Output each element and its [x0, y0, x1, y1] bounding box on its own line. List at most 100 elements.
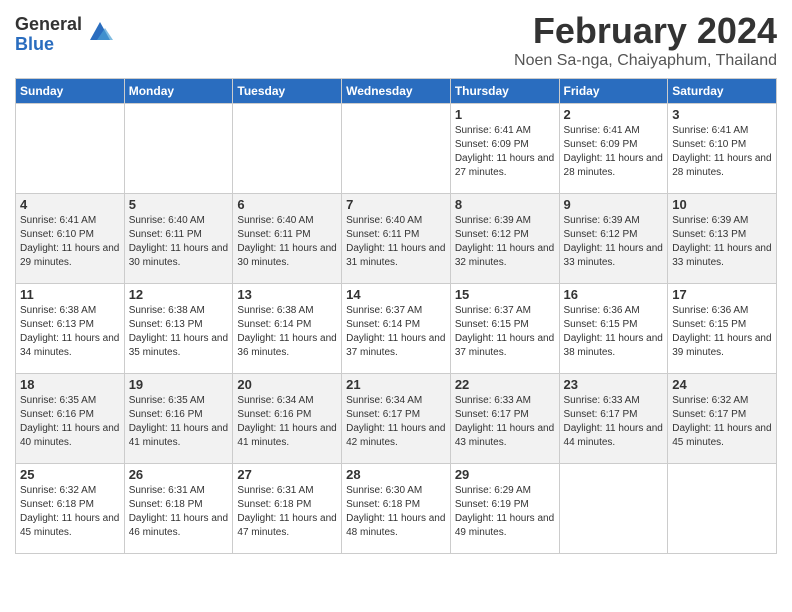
- cell-day-number: 24: [672, 377, 772, 392]
- cell-info: Sunrise: 6:40 AM Sunset: 6:11 PM Dayligh…: [129, 214, 229, 270]
- cell-day-number: 12: [129, 287, 229, 302]
- cell-info: Sunrise: 6:30 AM Sunset: 6:18 PM Dayligh…: [346, 484, 446, 540]
- cell-info: Sunrise: 6:31 AM Sunset: 6:18 PM Dayligh…: [237, 484, 337, 540]
- calendar-cell: 21 Sunrise: 6:34 AM Sunset: 6:17 PM Dayli…: [342, 374, 451, 464]
- page-header: General Blue February 2024 Noen Sa-nga, …: [15, 10, 777, 70]
- cell-info: Sunrise: 6:37 AM Sunset: 6:14 PM Dayligh…: [346, 304, 446, 360]
- cell-day-number: 28: [346, 467, 446, 482]
- cell-info: Sunrise: 6:38 AM Sunset: 6:13 PM Dayligh…: [20, 304, 120, 360]
- day-header-tuesday: Tuesday: [233, 79, 342, 104]
- calendar-cell: 26 Sunrise: 6:31 AM Sunset: 6:18 PM Dayli…: [124, 464, 233, 554]
- cell-day-number: 26: [129, 467, 229, 482]
- calendar-cell: 15 Sunrise: 6:37 AM Sunset: 6:15 PM Dayli…: [450, 284, 559, 374]
- calendar-week-4: 18 Sunrise: 6:35 AM Sunset: 6:16 PM Dayli…: [16, 374, 777, 464]
- cell-info: Sunrise: 6:36 AM Sunset: 6:15 PM Dayligh…: [672, 304, 772, 360]
- calendar-cell: 28 Sunrise: 6:30 AM Sunset: 6:18 PM Dayli…: [342, 464, 451, 554]
- cell-day-number: 29: [455, 467, 555, 482]
- calendar-cell: 24Sunrise: 6:32 AM Sunset: 6:17 PM Dayli…: [668, 374, 777, 464]
- calendar-week-2: 4 Sunrise: 6:41 AM Sunset: 6:10 PM Daylig…: [16, 194, 777, 284]
- logo-blue: Blue: [15, 35, 82, 55]
- cell-day-number: 2: [564, 107, 664, 122]
- day-header-saturday: Saturday: [668, 79, 777, 104]
- cell-day-number: 27: [237, 467, 337, 482]
- cell-day-number: 3: [672, 107, 772, 122]
- cell-info: Sunrise: 6:40 AM Sunset: 6:11 PM Dayligh…: [346, 214, 446, 270]
- cell-info: Sunrise: 6:41 AM Sunset: 6:09 PM Dayligh…: [564, 124, 664, 180]
- calendar-cell: 25 Sunrise: 6:32 AM Sunset: 6:18 PM Dayli…: [16, 464, 125, 554]
- calendar-cell: 6Sunrise: 6:40 AM Sunset: 6:11 PM Daylig…: [233, 194, 342, 284]
- cell-info: Sunrise: 6:37 AM Sunset: 6:15 PM Dayligh…: [455, 304, 555, 360]
- cell-day-number: 23: [564, 377, 664, 392]
- cell-day-number: 10: [672, 197, 772, 212]
- cell-day-number: 1: [455, 107, 555, 122]
- cell-info: Sunrise: 6:33 AM Sunset: 6:17 PM Dayligh…: [455, 394, 555, 450]
- cell-info: Sunrise: 6:34 AM Sunset: 6:16 PM Dayligh…: [237, 394, 337, 450]
- cell-day-number: 13: [237, 287, 337, 302]
- calendar-cell: 7 Sunrise: 6:40 AM Sunset: 6:11 PM Daylig…: [342, 194, 451, 284]
- cell-info: Sunrise: 6:41 AM Sunset: 6:10 PM Dayligh…: [20, 214, 120, 270]
- cell-day-number: 25: [20, 467, 120, 482]
- calendar-cell: 27 Sunrise: 6:31 AM Sunset: 6:18 PM Dayli…: [233, 464, 342, 554]
- cell-day-number: 16: [564, 287, 664, 302]
- cell-info: Sunrise: 6:39 AM Sunset: 6:12 PM Dayligh…: [455, 214, 555, 270]
- logo-icon: [85, 18, 115, 46]
- calendar-cell: 11 Sunrise: 6:38 AM Sunset: 6:13 PM Dayli…: [16, 284, 125, 374]
- logo-general: General: [15, 15, 82, 35]
- calendar-cell: 8 Sunrise: 6:39 AM Sunset: 6:12 PM Daylig…: [450, 194, 559, 284]
- calendar-cell: 3 Sunrise: 6:41 AM Sunset: 6:10 PM Daylig…: [668, 104, 777, 194]
- calendar-cell: [342, 104, 451, 194]
- cell-info: Sunrise: 6:29 AM Sunset: 6:19 PM Dayligh…: [455, 484, 555, 540]
- calendar-cell: [559, 464, 668, 554]
- cell-info: Sunrise: 6:34 AM Sunset: 6:17 PM Dayligh…: [346, 394, 446, 450]
- cell-day-number: 6: [237, 197, 337, 212]
- calendar-cell: 23Sunrise: 6:33 AM Sunset: 6:17 PM Dayli…: [559, 374, 668, 464]
- cell-day-number: 5: [129, 197, 229, 212]
- calendar-header-row: SundayMondayTuesdayWednesdayThursdayFrid…: [16, 79, 777, 104]
- calendar-week-3: 11 Sunrise: 6:38 AM Sunset: 6:13 PM Dayli…: [16, 284, 777, 374]
- cell-info: Sunrise: 6:35 AM Sunset: 6:16 PM Dayligh…: [20, 394, 120, 450]
- calendar-cell: 9 Sunrise: 6:39 AM Sunset: 6:12 PM Daylig…: [559, 194, 668, 284]
- calendar-cell: 18 Sunrise: 6:35 AM Sunset: 6:16 PM Dayli…: [16, 374, 125, 464]
- cell-day-number: 22: [455, 377, 555, 392]
- cell-day-number: 4: [20, 197, 120, 212]
- calendar-week-1: 1 Sunrise: 6:41 AM Sunset: 6:09 PM Daylig…: [16, 104, 777, 194]
- day-header-friday: Friday: [559, 79, 668, 104]
- calendar-cell: 22 Sunrise: 6:33 AM Sunset: 6:17 PM Dayli…: [450, 374, 559, 464]
- calendar-week-5: 25 Sunrise: 6:32 AM Sunset: 6:18 PM Dayli…: [16, 464, 777, 554]
- cell-day-number: 18: [20, 377, 120, 392]
- calendar-cell: 29 Sunrise: 6:29 AM Sunset: 6:19 PM Dayli…: [450, 464, 559, 554]
- calendar-cell: [124, 104, 233, 194]
- calendar-cell: 19 Sunrise: 6:35 AM Sunset: 6:16 PM Dayli…: [124, 374, 233, 464]
- day-header-sunday: Sunday: [16, 79, 125, 104]
- day-header-thursday: Thursday: [450, 79, 559, 104]
- calendar-cell: 20 Sunrise: 6:34 AM Sunset: 6:16 PM Dayli…: [233, 374, 342, 464]
- location-title: Noen Sa-nga, Chaiyaphum, Thailand: [514, 52, 777, 70]
- day-header-wednesday: Wednesday: [342, 79, 451, 104]
- cell-info: Sunrise: 6:39 AM Sunset: 6:12 PM Dayligh…: [564, 214, 664, 270]
- cell-day-number: 8: [455, 197, 555, 212]
- cell-info: Sunrise: 6:32 AM Sunset: 6:18 PM Dayligh…: [20, 484, 120, 540]
- calendar-cell: 17 Sunrise: 6:36 AM Sunset: 6:15 PM Dayli…: [668, 284, 777, 374]
- cell-info: Sunrise: 6:36 AM Sunset: 6:15 PM Dayligh…: [564, 304, 664, 360]
- calendar-cell: 12Sunrise: 6:38 AM Sunset: 6:13 PM Dayli…: [124, 284, 233, 374]
- cell-info: Sunrise: 6:35 AM Sunset: 6:16 PM Dayligh…: [129, 394, 229, 450]
- cell-day-number: 21: [346, 377, 446, 392]
- cell-day-number: 7: [346, 197, 446, 212]
- cell-day-number: 20: [237, 377, 337, 392]
- calendar-cell: 16 Sunrise: 6:36 AM Sunset: 6:15 PM Dayli…: [559, 284, 668, 374]
- cell-info: Sunrise: 6:41 AM Sunset: 6:10 PM Dayligh…: [672, 124, 772, 180]
- cell-info: Sunrise: 6:31 AM Sunset: 6:18 PM Dayligh…: [129, 484, 229, 540]
- calendar-cell: 14Sunrise: 6:37 AM Sunset: 6:14 PM Dayli…: [342, 284, 451, 374]
- calendar-cell: 1 Sunrise: 6:41 AM Sunset: 6:09 PM Daylig…: [450, 104, 559, 194]
- title-area: February 2024 Noen Sa-nga, Chaiyaphum, T…: [514, 10, 777, 70]
- cell-info: Sunrise: 6:41 AM Sunset: 6:09 PM Dayligh…: [455, 124, 555, 180]
- calendar-table: SundayMondayTuesdayWednesdayThursdayFrid…: [15, 78, 777, 554]
- cell-day-number: 11: [20, 287, 120, 302]
- calendar-cell: 5 Sunrise: 6:40 AM Sunset: 6:11 PM Daylig…: [124, 194, 233, 284]
- cell-day-number: 19: [129, 377, 229, 392]
- cell-day-number: 17: [672, 287, 772, 302]
- cell-day-number: 15: [455, 287, 555, 302]
- cell-day-number: 9: [564, 197, 664, 212]
- calendar-cell: [233, 104, 342, 194]
- calendar-cell: 10Sunrise: 6:39 AM Sunset: 6:13 PM Dayli…: [668, 194, 777, 284]
